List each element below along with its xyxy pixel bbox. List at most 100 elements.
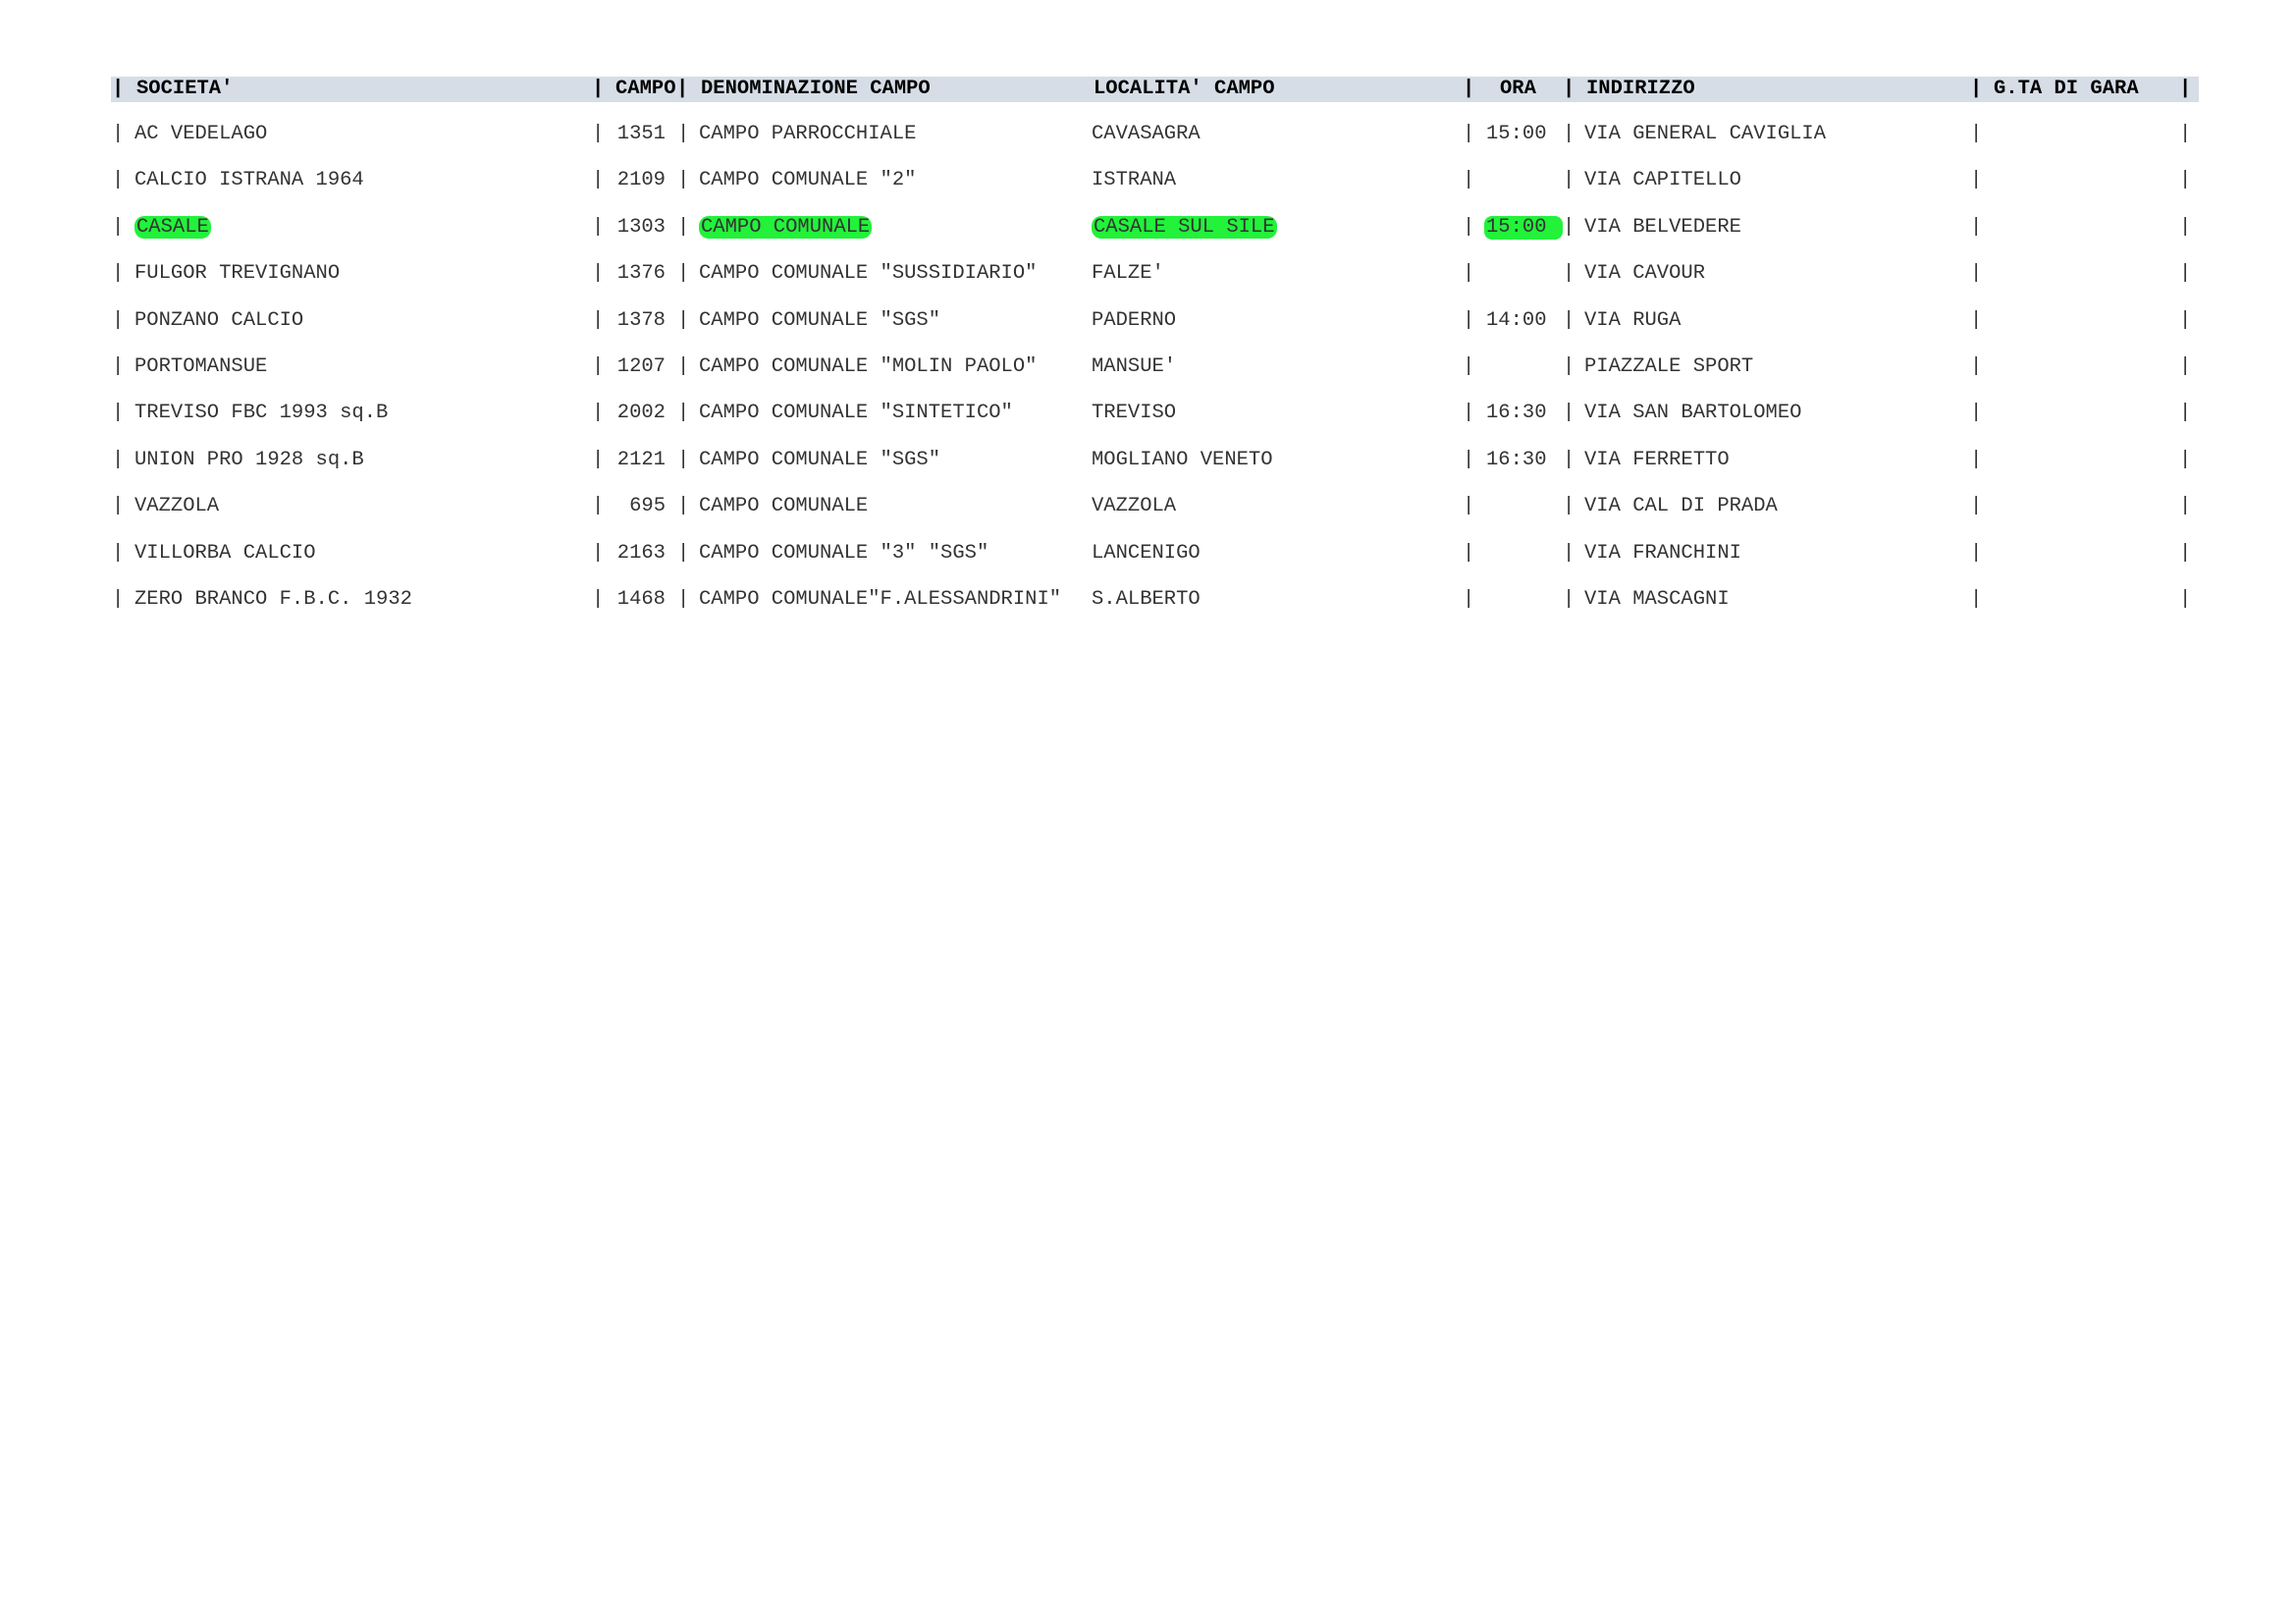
cell-localita: VAZZOLA — [1092, 495, 1177, 517]
column-separator: | — [2179, 355, 2192, 378]
cell-denominazione: CAMPO COMUNALE "SUSSIDIARIO" — [699, 262, 1038, 285]
column-separator: | — [592, 216, 605, 239]
column-separator: | — [2179, 495, 2192, 517]
column-separator: | — [2179, 169, 2192, 191]
column-separator: | — [592, 309, 605, 332]
cell-campo: 1376 — [616, 262, 666, 285]
column-separator: | — [1970, 169, 1983, 191]
table-row: | ZERO BRANCO F.B.C. 1932 | 1468 | CAMPO COMU… — [0, 585, 2296, 615]
header-societa: SOCIETA' — [136, 78, 234, 100]
column-separator: | — [112, 355, 125, 378]
cell-localita: LANCENIGO — [1092, 542, 1201, 565]
column-separator: | — [1463, 216, 1475, 239]
cell-indirizzo: VIA MASCAGNI — [1584, 588, 1730, 611]
column-separator: | — [112, 262, 125, 285]
cell-denominazione: CAMPO COMUNALE — [699, 495, 869, 517]
cell-societa: VILLORBA CALCIO — [134, 542, 316, 565]
column-separator: | — [592, 169, 605, 191]
column-separator: | — [1463, 402, 1475, 424]
column-separator: | — [677, 216, 690, 239]
cell-ora: 15:00 — [1486, 123, 1547, 145]
column-separator: | — [2179, 588, 2192, 611]
column-separator: | — [112, 588, 125, 611]
cell-denominazione: CAMPO COMUNALE "SGS" — [699, 449, 941, 471]
table-row: | CASALE | 1303 | CAMPO COMUNALE CASALE SUL SI… — [0, 213, 2296, 243]
column-separator: | — [1563, 588, 1575, 611]
column-separator: | — [1463, 78, 1475, 100]
table-row: | PONZANO CALCIO | 1378 | CAMPO COMUNALE "SGS… — [0, 306, 2296, 336]
cell-localita: ISTRANA — [1092, 169, 1177, 191]
column-separator: | — [1463, 495, 1475, 517]
column-separator: | — [592, 123, 605, 145]
column-separator: | — [592, 402, 605, 424]
cell-ora: 15:00 — [1486, 216, 1547, 239]
cell-ora: 14:00 — [1486, 309, 1547, 332]
cell-denominazione: CAMPO PARROCCHIALE — [699, 123, 917, 145]
column-separator: | — [1970, 262, 1983, 285]
cell-localita: S.ALBERTO — [1092, 588, 1201, 611]
cell-indirizzo: VIA FERRETTO — [1584, 449, 1730, 471]
column-separator: | — [112, 542, 125, 565]
cell-societa: VAZZOLA — [134, 495, 220, 517]
cell-denominazione: CAMPO COMUNALE "SINTETICO" — [699, 402, 1013, 424]
column-separator: | — [677, 309, 690, 332]
column-separator: | — [1563, 309, 1575, 332]
header-gta: G.TA DI GARA — [1994, 78, 2139, 100]
column-separator: | — [677, 169, 690, 191]
cell-indirizzo: VIA FRANCHINI — [1584, 542, 1741, 565]
cell-localita: FALZE' — [1092, 262, 1164, 285]
column-separator: | — [1563, 355, 1575, 378]
cell-indirizzo: VIA CAL DI PRADA — [1584, 495, 1778, 517]
cell-denominazione: CAMPO COMUNALE "SGS" — [699, 309, 941, 332]
column-separator: | — [1463, 542, 1475, 565]
cell-campo: 1468 — [616, 588, 666, 611]
cell-denominazione: CAMPO COMUNALE"F.ALESSANDRINI" — [699, 588, 1062, 611]
column-separator: | — [1563, 449, 1575, 471]
cell-campo: 2121 — [616, 449, 666, 471]
cell-societa: PORTOMANSUE — [134, 355, 268, 378]
column-separator: | — [112, 123, 125, 145]
cell-denominazione: CAMPO COMUNALE — [699, 213, 873, 243]
column-separator: | — [2179, 542, 2192, 565]
column-separator: | — [2179, 449, 2192, 471]
column-separator: | — [1563, 169, 1575, 191]
header-indirizzo: INDIRIZZO — [1586, 78, 1695, 100]
cell-localita: CASALE SUL SILE — [1092, 213, 1277, 243]
column-separator: | — [1970, 355, 1983, 378]
table-header-row: | SOCIETA' | CAMPO | DENOMINAZIONE CAMPO… — [0, 75, 2296, 104]
column-separator: | — [2179, 262, 2192, 285]
cell-ora: 16:30 — [1486, 449, 1547, 471]
column-separator: | — [592, 78, 605, 100]
table-row: | AC VEDELAGO | 1351 | CAMPO PARROCCHIALE CAVA… — [0, 120, 2296, 149]
cell-denominazione: CAMPO COMUNALE "2" — [699, 169, 917, 191]
column-separator: | — [2179, 309, 2192, 332]
column-separator: | — [677, 542, 690, 565]
cell-campo: 2109 — [616, 169, 666, 191]
cell-localita: TREVISO — [1092, 402, 1177, 424]
column-separator: | — [1970, 542, 1983, 565]
column-separator: | — [1970, 123, 1983, 145]
cell-localita: PADERNO — [1092, 309, 1177, 332]
cell-campo: 695 — [629, 495, 666, 517]
table-row: | VAZZOLA | 695 | CAMPO COMUNALE VAZZOLA | | VIA … — [0, 492, 2296, 521]
highlight-mark: CAMPO COMUNALE — [699, 216, 873, 239]
cell-indirizzo: VIA GENERAL CAVIGLIA — [1584, 123, 1827, 145]
column-separator: | — [1563, 402, 1575, 424]
cell-indirizzo: VIA SAN BARTOLOMEO — [1584, 402, 1802, 424]
cell-ora: 16:30 — [1486, 402, 1547, 424]
cell-societa: FULGOR TREVIGNANO — [134, 262, 341, 285]
header-ora: ORA — [1500, 78, 1536, 100]
column-separator: | — [677, 402, 690, 424]
header-denominazione: DENOMINAZIONE CAMPO — [701, 78, 931, 100]
column-separator: | — [1563, 216, 1575, 239]
column-separator: | — [1463, 449, 1475, 471]
column-separator: | — [1970, 309, 1983, 332]
column-separator: | — [1970, 402, 1983, 424]
cell-campo: 1207 — [616, 355, 666, 378]
cell-societa: PONZANO CALCIO — [134, 309, 304, 332]
cell-indirizzo: VIA CAVOUR — [1584, 262, 1706, 285]
highlight-mark: CASALE — [134, 216, 211, 239]
column-separator: | — [1970, 588, 1983, 611]
column-separator: | — [2179, 402, 2192, 424]
cell-campo: 1378 — [616, 309, 666, 332]
